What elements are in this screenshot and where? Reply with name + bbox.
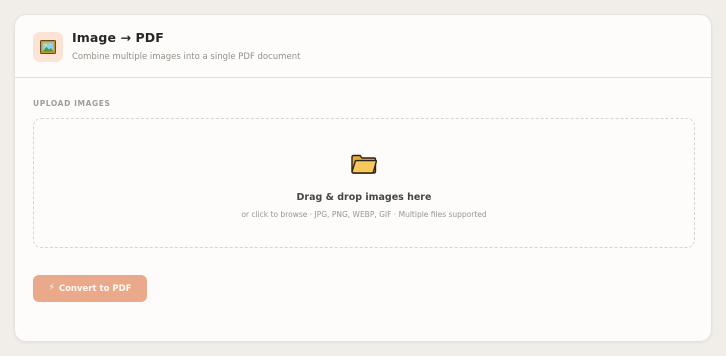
tool-header: Image → PDF Combine multiple images into…	[15, 15, 711, 78]
dropzone-hint: or click to browse · JPG, PNG, WEBP, GIF…	[241, 210, 487, 219]
page-subtitle: Combine multiple images into a single PD…	[72, 52, 301, 62]
convert-button-label: Convert to PDF	[58, 283, 132, 294]
tool-card: Image → PDF Combine multiple images into…	[14, 14, 712, 342]
convert-to-pdf-button[interactable]: ⚡ Convert to PDF	[33, 275, 147, 302]
image-dropzone[interactable]: Drag & drop images here or click to brow…	[33, 118, 695, 248]
upload-section-label: UPLOAD IMAGES	[33, 99, 111, 108]
image-picture-icon	[33, 32, 63, 62]
lightning-bolt-icon: ⚡	[48, 283, 55, 293]
folder-icon	[351, 154, 378, 174]
dropzone-title: Drag & drop images here	[296, 192, 432, 203]
page-title: Image → PDF	[72, 30, 164, 45]
